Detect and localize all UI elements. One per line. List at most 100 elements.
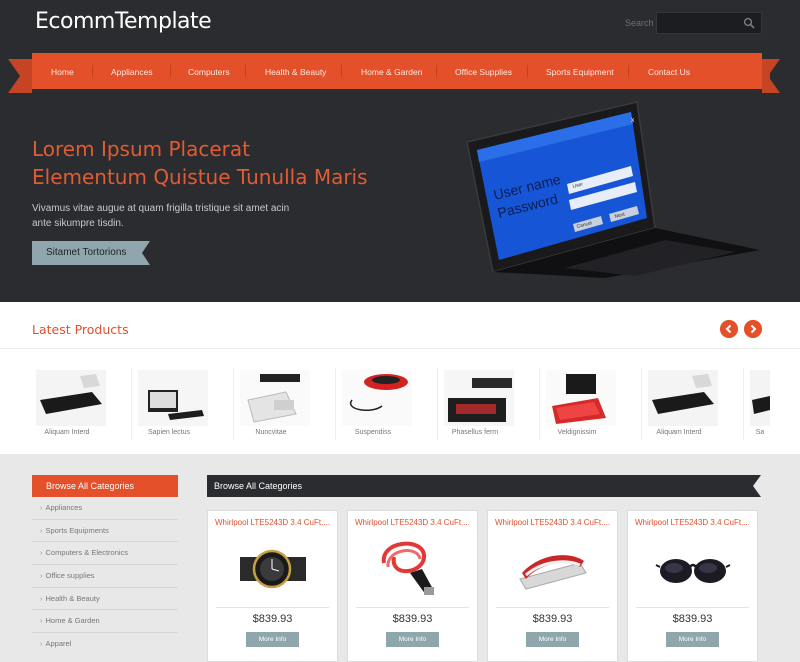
sidebar-item-home-garden[interactable]: › Home & Garden xyxy=(32,610,178,634)
site-header: EcommTemplate Search Home Appliances Com… xyxy=(0,0,800,302)
divider xyxy=(216,607,329,608)
carousel-item-label: Aliquam Interd xyxy=(656,429,702,436)
mouse-thumbnail xyxy=(342,370,412,426)
sidebar-item-label: Health & Beauty xyxy=(45,593,100,603)
bullet-icon: › xyxy=(40,639,43,649)
sidebar-item-sports-equipments[interactable]: › Sports Equipments xyxy=(32,520,178,543)
monitor-thumbnail xyxy=(138,370,208,426)
keyboard-thumbnail xyxy=(750,370,770,426)
search-icon[interactable] xyxy=(743,17,755,29)
divider xyxy=(636,607,749,608)
carousel-item-label: Sapien lectus xyxy=(147,429,191,436)
nav-office-supplies[interactable]: Office Supplies xyxy=(455,67,512,77)
chevron-right-icon[interactable] xyxy=(744,320,762,338)
search-input[interactable] xyxy=(657,13,741,33)
carousel-item[interactable]: Aliquam Interd xyxy=(32,368,132,440)
bullet-icon: › xyxy=(40,616,43,626)
bullet-icon: › xyxy=(40,593,43,603)
printer-thumbnail xyxy=(240,370,310,426)
sidebar-item-apparel[interactable]: › Apparel xyxy=(32,633,178,656)
red-laptop-thumbnail xyxy=(546,370,616,426)
carousel-item[interactable]: Suspendiss xyxy=(338,368,438,440)
carousel-item-label: Phasellus ferm xyxy=(451,429,499,436)
sidebar-item-label: Office supplies xyxy=(45,571,95,581)
stapler-image xyxy=(510,533,595,605)
sidebar-item-label: Appliances xyxy=(45,503,83,512)
sidebar-item-label: Sports Equipments xyxy=(45,525,109,535)
hero-description: Vivamus vitae augue at quam frigilla tri… xyxy=(32,203,290,229)
laptop-login-image: User name Password User Cancel Next X xyxy=(466,101,760,278)
hero-cta-button[interactable]: Sitamet Tortorions xyxy=(32,241,150,265)
latest-products-section: Latest Products Aliquam Interd Sapien le… xyxy=(0,302,800,454)
nav-divider xyxy=(527,65,528,77)
main-nav: Home Appliances Computers Health & Beaut… xyxy=(32,53,762,89)
nav-divider xyxy=(628,65,629,77)
product-price: $839.93 xyxy=(672,613,713,625)
ribbon-tail-left xyxy=(8,59,20,93)
keyboard-thumbnail xyxy=(648,370,718,426)
watch-image xyxy=(230,533,315,605)
nav-divider xyxy=(170,65,171,77)
nav-home[interactable]: Home xyxy=(51,67,74,77)
nav-home-garden[interactable]: Home & Garden xyxy=(361,67,422,77)
carousel-item[interactable]: Aliquam Interd xyxy=(644,368,744,440)
bullet-icon: › xyxy=(40,548,43,558)
nav-computers[interactable]: Computers xyxy=(188,67,230,77)
nav-health-beauty[interactable]: Health & Beauty xyxy=(265,67,326,77)
usb-cable-image xyxy=(370,533,455,605)
carousel-item-label: Nuncvitae xyxy=(255,429,287,436)
sunglasses-image xyxy=(650,533,735,605)
product-title[interactable]: Whirlpool LTE5243D 3.4 CuFt.... xyxy=(348,518,477,527)
carousel-item-label: Veldignissim xyxy=(557,429,597,436)
carousel-item[interactable]: Sa xyxy=(746,368,800,440)
product-title[interactable]: Whirlpool LTE5243D 3.4 CuFt.... xyxy=(488,518,617,527)
carousel-item[interactable]: Phasellus ferm xyxy=(440,368,540,440)
product-card[interactable]: Whirlpool LTE5243D 3.4 CuFt.... $839.93 … xyxy=(347,510,478,662)
product-card[interactable]: Whirlpool LTE5243D 3.4 CuFt.... $839.93 … xyxy=(207,510,338,662)
search-label: Search xyxy=(625,18,654,28)
sidebar-item-appliances[interactable]: › Appliances xyxy=(32,497,178,520)
more-info-button[interactable]: More Info xyxy=(246,632,299,647)
divider xyxy=(0,348,800,349)
more-info-button[interactable]: More Info xyxy=(666,632,719,647)
category-sidebar: Browse All Categories › Appliances › Sport… xyxy=(32,475,178,656)
ribbon-tail-right xyxy=(768,59,780,93)
product-card[interactable]: Whirlpool LTE5243D 3.4 CuFt.... $839.93 … xyxy=(627,510,758,662)
keyboard-thumbnail xyxy=(36,370,106,426)
divider xyxy=(356,607,469,608)
nav-divider xyxy=(245,65,246,77)
search-field[interactable] xyxy=(656,12,762,34)
site-logo[interactable]: EcommTemplate xyxy=(35,9,212,34)
nav-divider xyxy=(92,65,93,77)
hero-title: Lorem Ipsum Placerat Elementum Quistue T… xyxy=(32,135,368,191)
product-price: $839.93 xyxy=(252,613,293,625)
sidebar-item-label: Home & Garden xyxy=(45,616,100,626)
hero-title-line-2: Elementum Quistue Tunulla Maris xyxy=(32,165,368,189)
carousel-item[interactable]: Sapien lectus xyxy=(134,368,234,440)
product-title[interactable]: Whirlpool LTE5243D 3.4 CuFt.... xyxy=(208,518,337,527)
carousel-item[interactable]: Veldignissim xyxy=(542,368,642,440)
sidebar-item-label: Apparel xyxy=(45,639,72,649)
nav-contact-us[interactable]: Contact Us xyxy=(648,67,690,77)
carousel-item[interactable]: Nuncvitae xyxy=(236,368,336,440)
chevron-left-icon[interactable] xyxy=(720,320,738,338)
nav-divider xyxy=(436,65,437,77)
sidebar-item-office-supplies[interactable]: › Office supplies xyxy=(32,565,178,588)
nav-divider xyxy=(341,65,342,77)
carousel-item-label: Aliquam Interd xyxy=(44,429,90,436)
sidebar-title: Browse All Categories xyxy=(32,475,178,497)
more-info-button[interactable]: More Info xyxy=(526,632,579,647)
carousel-item-label: Suspendiss xyxy=(354,429,392,436)
nav-sports-equipment[interactable]: Sports Equipment xyxy=(546,67,614,77)
nav-appliances[interactable]: Appliances xyxy=(111,67,153,77)
sidebar-item-computers-electronics[interactable]: › Computers & Electronics xyxy=(32,542,178,566)
product-card[interactable]: Whirlpool LTE5243D 3.4 CuFt.... $839.93 … xyxy=(487,510,618,662)
products-section-title: Browse All Categories xyxy=(207,475,761,497)
bullet-icon: › xyxy=(40,503,43,512)
product-title[interactable]: Whirlpool LTE5243D 3.4 CuFt.... xyxy=(628,518,757,527)
bullet-icon: › xyxy=(40,525,43,535)
sidebar-item-health-beauty[interactable]: › Health & Beauty xyxy=(32,588,178,611)
laptop-thumbnail xyxy=(444,370,514,426)
sidebar-item-label: Computers & Electronics xyxy=(45,548,129,558)
more-info-button[interactable]: More Info xyxy=(386,632,439,647)
